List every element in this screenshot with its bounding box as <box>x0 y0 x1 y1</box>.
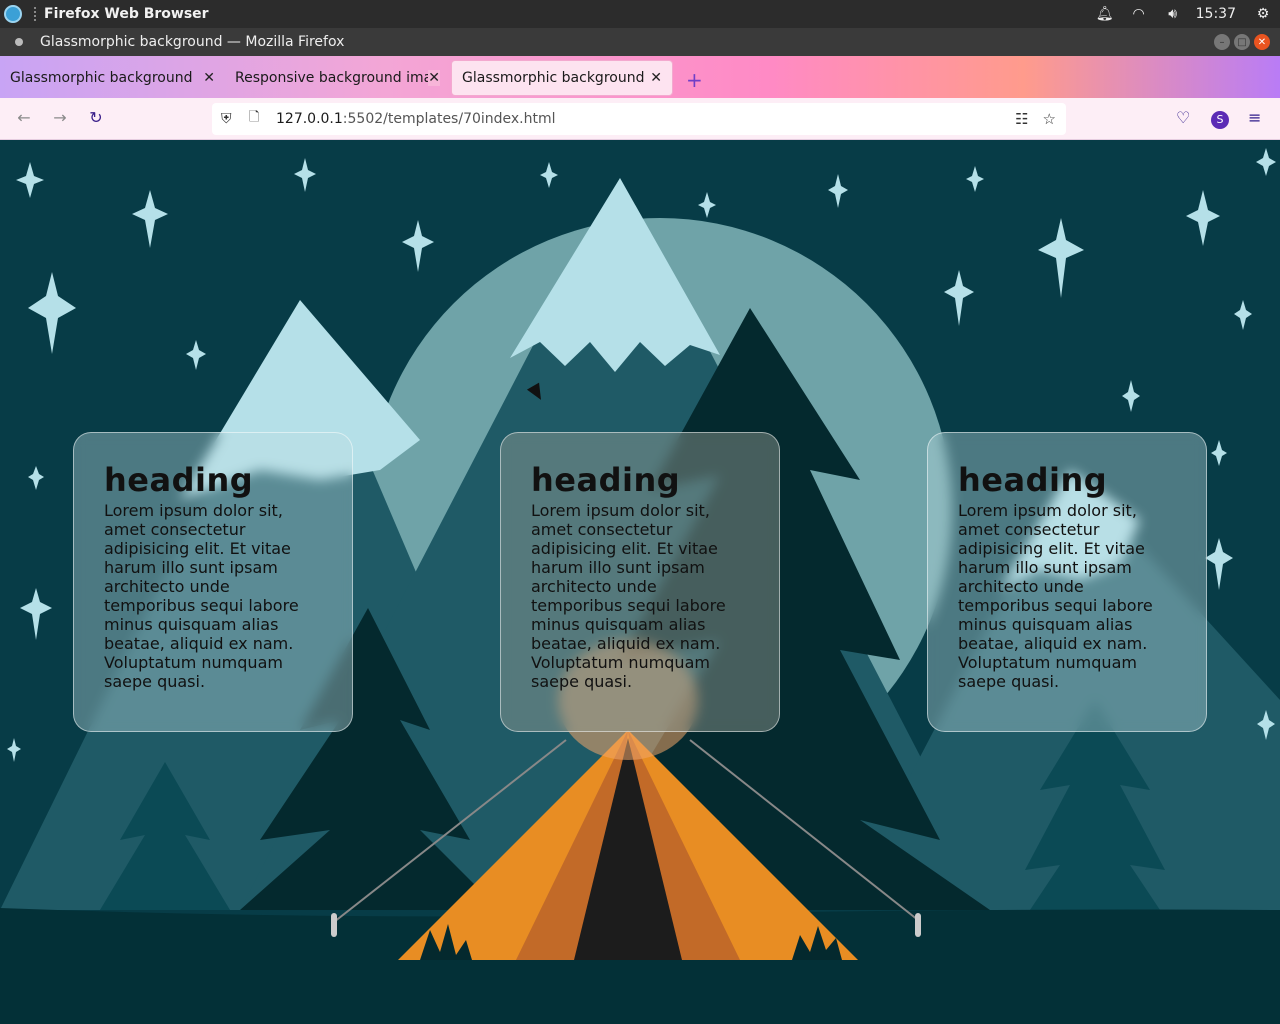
pocket-icon[interactable]: ♡ <box>1176 108 1190 127</box>
bookmark-star-icon[interactable]: ☆ <box>1043 110 1056 128</box>
url-bar[interactable]: ⛨ 🗋 127.0.0.1:5502/templates/70index.htm… <box>212 103 1066 135</box>
volume-icon[interactable]: 🔊︎ <box>1156 0 1190 28</box>
navigation-toolbar: ← → ↻ ⛨ 🗋 127.0.0.1:5502/templates/70ind… <box>0 98 1280 140</box>
tab-label: Responsive background ima <box>235 70 433 86</box>
page-content: heading Lorem ipsum dolor sit, amet cons… <box>0 140 1280 1024</box>
url-path: :5502/templates/70index.html <box>342 111 556 127</box>
firefox-app-icon[interactable] <box>4 5 22 23</box>
shield-icon[interactable]: ⛨ <box>221 111 237 127</box>
card-heading: heading <box>531 461 681 499</box>
minimize-button[interactable]: – <box>1214 34 1230 50</box>
hamburger-menu-icon[interactable]: ≡ <box>1248 108 1261 127</box>
tent-peg-left <box>331 913 337 937</box>
url-actions: ☷ ☆ <box>1015 110 1056 128</box>
tab-label: Glassmorphic background <box>10 70 193 86</box>
tab-glassmorphic-1[interactable]: Glassmorphic background ✕ <box>0 60 225 96</box>
reload-icon[interactable]: ↻ <box>84 108 108 130</box>
os-clock[interactable]: 15:37 <box>1196 6 1236 22</box>
bell-icon[interactable]: 🔔︎ <box>1088 0 1122 28</box>
page-info-icon[interactable]: 🗋 <box>249 108 263 130</box>
wifi-icon[interactable]: ◠ <box>1122 0 1156 28</box>
window-title-bar: Glassmorphic background — Mozilla Firefo… <box>0 28 1280 56</box>
tab-label: Glassmorphic background <box>462 70 645 86</box>
window-controls: – □ ✕ <box>1214 34 1270 50</box>
os-status-area: 🔔︎ ◠ 🔊︎ 15:37 ⚙ <box>1088 0 1280 28</box>
profile-avatar[interactable]: S <box>1211 111 1229 129</box>
tab-glassmorphic-active[interactable]: Glassmorphic background ✕ <box>451 60 673 96</box>
card-body: Lorem ipsum dolor sit, amet consectetur … <box>958 501 1153 691</box>
window-indicator-icon <box>15 38 23 46</box>
tab-strip: Glassmorphic background ✕ Responsive bac… <box>0 56 1280 98</box>
close-window-button[interactable]: ✕ <box>1254 34 1270 50</box>
card-heading: heading <box>104 461 254 499</box>
close-tab-icon[interactable]: ✕ <box>650 70 662 86</box>
drag-handle-icon <box>34 7 38 21</box>
maximize-button[interactable]: □ <box>1234 34 1250 50</box>
power-icon[interactable]: ⚙ <box>1246 0 1280 28</box>
forward-arrow-icon[interactable]: → <box>48 108 72 130</box>
url-text[interactable]: 127.0.0.1:5502/templates/70index.html <box>276 111 556 127</box>
window-title: Glassmorphic background — Mozilla Firefo… <box>40 34 345 50</box>
new-tab-button[interactable]: + <box>686 68 703 92</box>
url-host: 127.0.0.1 <box>276 111 343 127</box>
os-app-name: Firefox Web Browser <box>44 6 209 22</box>
tab-responsive-background[interactable]: Responsive background ima ✕ <box>225 60 450 96</box>
reader-view-icon[interactable]: ☷ <box>1015 110 1028 128</box>
glass-card-left: heading Lorem ipsum dolor sit, amet cons… <box>73 432 353 732</box>
glass-card-center: heading Lorem ipsum dolor sit, amet cons… <box>500 432 780 732</box>
close-tab-icon[interactable]: ✕ <box>203 70 215 86</box>
back-arrow-icon[interactable]: ← <box>12 108 36 130</box>
glass-card-right: heading Lorem ipsum dolor sit, amet cons… <box>927 432 1207 732</box>
os-top-bar: Firefox Web Browser 🔔︎ ◠ 🔊︎ 15:37 ⚙ <box>0 0 1280 28</box>
tent-peg-right <box>915 913 921 937</box>
card-heading: heading <box>958 461 1108 499</box>
close-tab-icon[interactable]: ✕ <box>428 70 440 86</box>
card-body: Lorem ipsum dolor sit, amet consectetur … <box>531 501 726 691</box>
card-body: Lorem ipsum dolor sit, amet consectetur … <box>104 501 299 691</box>
